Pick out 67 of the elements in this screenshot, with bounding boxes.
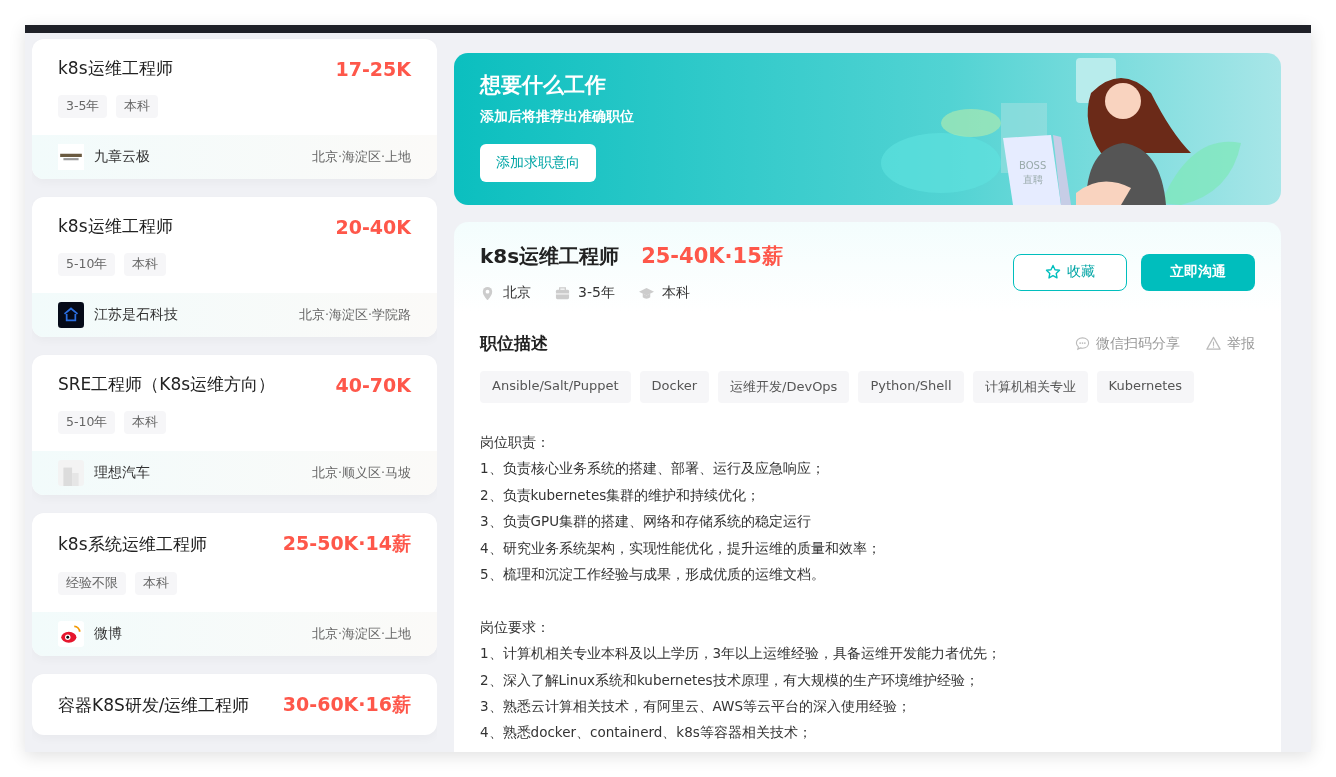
description-line: 3、熟悉云计算相关技术，有阿里云、AWS等云平台的深入使用经验； [480, 697, 912, 717]
banner-title: 想要什么工作 [480, 72, 607, 99]
job-city: 北京 [503, 284, 531, 302]
job-location: 北京·顺义区·马坡 [312, 464, 411, 482]
graduation-cap-icon [638, 285, 654, 301]
warning-icon [1206, 336, 1221, 351]
description-line: 5、梳理和沉淀工作经验与成果，形成优质的运维文档。 [480, 565, 826, 585]
briefcase-icon [555, 285, 570, 301]
job-title: SRE工程师（K8s运维方向） [58, 373, 276, 396]
job-salary: 25-40K·15薪 [641, 243, 783, 270]
job-salary: 17-25K [335, 57, 411, 80]
job-card[interactable]: k8s运维工程师 17-25K 3-5年 本科 九章云极 北京·海淀区·上地 [32, 39, 437, 179]
job-tag: 3-5年 [58, 95, 108, 118]
description-line: 1、计算机相关专业本科及以上学历，3年以上运维经验，具备运维开发能力者优先； [480, 644, 1003, 664]
job-title: 容器K8S研发/运维工程师 [58, 693, 250, 717]
skill-tag: Python/Shell [858, 371, 964, 403]
job-salary: 25-50K·14薪 [282, 531, 411, 556]
job-tag: 本科 [135, 572, 177, 595]
job-card[interactable]: k8s系统运维工程师 25-50K·14薪 经验不限 本科 微博 北京·海淀区·上地 [32, 513, 437, 656]
job-title: k8s运维工程师 [480, 242, 620, 270]
building-icon [58, 460, 84, 486]
company-name: 九章云极 [94, 148, 150, 166]
description-line: 3、负责GPU集群的搭建、网络和存储系统的稳定运行 [480, 512, 813, 532]
job-experience: 3-5年 [578, 284, 615, 302]
job-title: k8s系统运维工程师 [58, 532, 207, 556]
job-tag: 5-10年 [58, 253, 116, 276]
job-card[interactable]: SRE工程师（K8s运维方向） 40-70K 5-10年 本科 理想汽车 北京·顺义区·马坡 [32, 355, 437, 495]
description-line: 4、研究业务系统架构，实现性能优化，提升运维的质量和效率； [480, 538, 882, 558]
company-name: 微博 [94, 625, 122, 643]
job-tag: 本科 [124, 253, 167, 276]
job-location: 北京·海淀区·学院路 [299, 306, 411, 324]
job-location: 北京·海淀区·上地 [312, 625, 411, 643]
job-tag: 5-10年 [58, 411, 116, 434]
job-salary: 20-40K [335, 215, 411, 238]
description-line: 2、深入了解Linux系统和kubernetes技术原理，有大规模的生产环境维护经验； [480, 670, 980, 690]
job-title: k8s运维工程师 [58, 215, 173, 238]
location-pin-icon [480, 285, 495, 301]
description-line: 4、熟悉docker、containerd、k8s等容器相关技术； [480, 723, 813, 743]
description-line: 岗位要求： [480, 617, 551, 637]
company-name: 理想汽车 [94, 464, 150, 482]
job-card[interactable]: k8s运维工程师 20-40K 5-10年 本科 江苏是石科技 北京·海淀区·学院路 [32, 197, 437, 337]
skill-tag: Ansible/Salt/Puppet [480, 371, 631, 403]
job-title: k8s运维工程师 [58, 57, 173, 80]
job-location: 北京·海淀区·上地 [312, 148, 411, 166]
description-line: 2、负责kubernetes集群的维护和持续优化； [480, 485, 762, 505]
star-icon [1045, 264, 1061, 280]
skill-tag: Kubernetes [1096, 371, 1195, 403]
skill-tag: 运维开发/DevOps [718, 371, 850, 403]
company-logo-icon [58, 144, 84, 170]
job-tag: 本科 [116, 95, 159, 118]
banner-subtitle: 添加后将推荐出准确职位 [480, 108, 634, 126]
job-salary: 30-60K·16薪 [282, 692, 411, 717]
skill-tag: Docker [639, 371, 710, 403]
banner-illustration-drawing: BOSS 直聘 [861, 53, 1281, 205]
job-salary: 40-70K [335, 373, 411, 396]
job-tag: 本科 [124, 411, 167, 434]
company-logo-icon [58, 621, 84, 647]
chat-bubble-icon [1075, 336, 1090, 351]
job-card[interactable]: 容器K8S研发/运维工程师 30-60K·16薪 [32, 674, 437, 735]
description-line: 岗位职责： [480, 433, 551, 452]
job-tag: 经验不限 [58, 572, 126, 595]
company-name: 江苏是石科技 [94, 306, 178, 324]
section-title: 职位描述 [480, 332, 548, 355]
job-degree: 本科 [661, 284, 690, 302]
company-logo-icon [58, 302, 84, 328]
skill-tag: 计算机相关专业 [972, 371, 1088, 403]
description-line: 1、负责核心业务系统的搭建、部署、运行及应急响应； [480, 459, 826, 479]
